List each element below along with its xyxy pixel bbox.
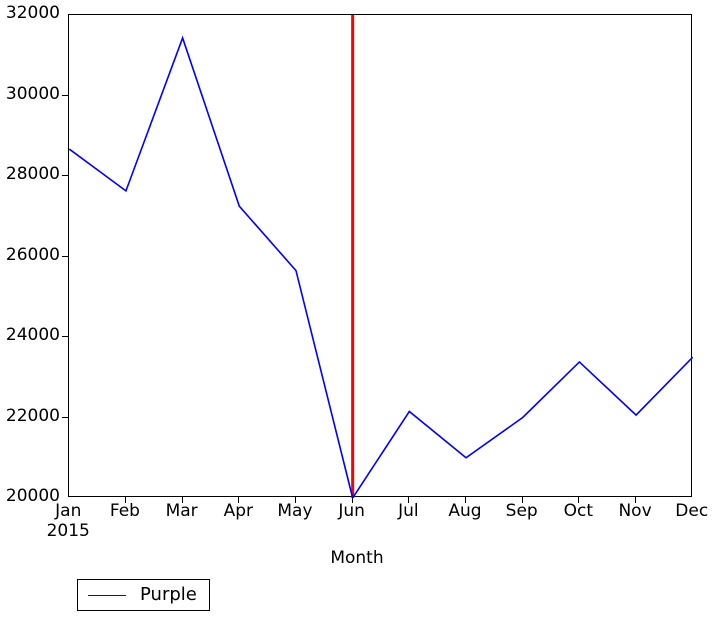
x-axis-label: Month <box>330 548 384 568</box>
x-axis-tick-label: Dec <box>675 501 709 521</box>
x-axis-tick-mark <box>294 497 296 503</box>
x-axis-tick-mark <box>635 497 637 503</box>
chart-figure: 20000 22000 24000 26000 28000 30000 32000 Jan 2… <box>0 0 714 621</box>
y-axis-tick-label: 28000 <box>5 164 60 184</box>
x-axis-tick-mark <box>408 497 410 503</box>
y-axis-tick-label: 32000 <box>5 3 60 23</box>
x-axis-tick-mark <box>521 497 523 503</box>
y-axis-tick-label: 22000 <box>5 405 60 426</box>
legend-entry-label: Purple <box>140 584 197 605</box>
x-axis-tick-mark <box>351 497 353 503</box>
x-axis-year-label: 2015 <box>46 520 90 541</box>
plot-area <box>68 14 693 498</box>
y-axis-tick-label: 30000 <box>5 83 60 104</box>
series-layer <box>69 35 693 498</box>
data-series-line <box>69 35 693 498</box>
legend-line-swatch <box>88 594 126 596</box>
y-axis-tick-label: 26000 <box>5 244 60 265</box>
x-axis-tick-mark <box>578 497 580 503</box>
y-axis-tick-label: 24000 <box>5 325 60 345</box>
x-axis-tick-mark <box>238 497 240 503</box>
x-axis-tick-mark <box>465 497 467 503</box>
plot-canvas <box>69 15 693 498</box>
x-axis-tick-mark <box>124 497 126 503</box>
chart-legend: Purple <box>77 579 210 611</box>
x-axis-tick-mark <box>181 497 183 503</box>
